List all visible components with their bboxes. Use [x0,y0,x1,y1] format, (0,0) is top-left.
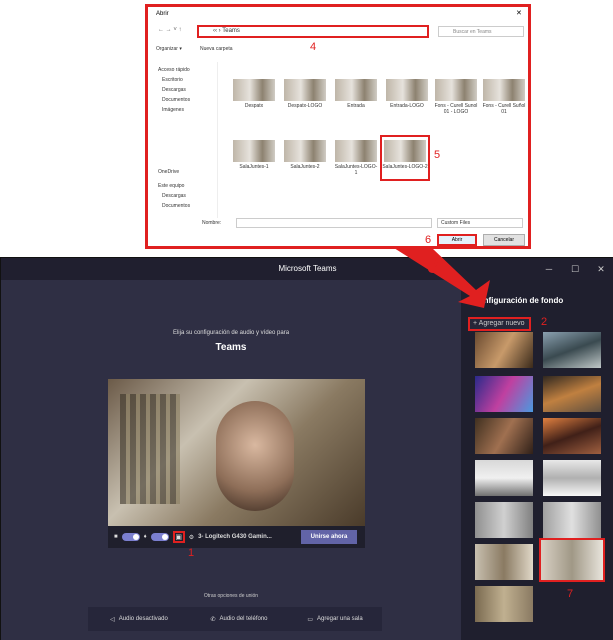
file-item[interactable]: Entrada [334,79,378,109]
join-button[interactable]: Unirse ahora [301,530,357,544]
video-preview [108,379,365,526]
maximize-button[interactable]: ☐ [563,258,587,280]
speaker-off-icon: ◁ [110,616,115,623]
phone-icon: ✆ [210,616,216,623]
filename-input[interactable] [236,218,432,228]
screenshot: Microsoft Teams ─ ☐ ✕ Elija su configura… [0,0,613,640]
arrow-shape [394,248,490,308]
new-folder-button[interactable]: Nueva carpeta [200,46,233,52]
bg-thumb[interactable] [543,460,601,496]
file-item[interactable]: Fons - Curell Sunol 01 - LOGO [434,79,478,115]
filename-label: Nombre: [202,220,222,226]
bg-thumb[interactable] [475,544,533,580]
bg-thumb[interactable] [475,586,533,622]
file-thumb [335,79,377,101]
selected-file-item[interactable]: SalaJuntes-LOGO-2 [380,135,430,181]
bg-thumb[interactable] [543,376,601,412]
filetype-select[interactable]: Custom Files [437,218,523,228]
file-thumb [386,79,428,101]
other-options-label: Otras opciones de unión [203,593,259,599]
callout-1: 1 [188,547,195,559]
callout-6: 6 [425,234,432,246]
bg-thumb[interactable] [475,332,533,368]
audio-off-button[interactable]: ◁ Audio desactivado [88,607,190,631]
nav-item[interactable]: Acceso rápido [158,66,190,74]
file-item[interactable]: Despatx [232,79,276,109]
prejoin-area: Elija su configuración de audio y vídeo … [1,280,461,640]
mic-toggle[interactable] [150,533,169,541]
open-file-dialog: Abrir ✕ ← → ˅ ↑ ‹‹ › Teams 4 Buscar en T… [145,4,531,249]
nav-item[interactable]: Documentos [162,202,190,210]
nav-item[interactable]: OneDrive [158,168,179,176]
bg-thumb[interactable] [543,502,601,538]
phone-audio-button[interactable]: ✆ Audio del teléfono [190,607,288,631]
nav-item[interactable]: Imágenes [162,106,184,114]
mic-icon: ♦ [143,534,147,540]
file-item[interactable]: Fons - Curell Suñol 01 [482,79,526,115]
search-input[interactable]: Buscar en Teams [438,26,524,37]
bg-thumb[interactable] [475,418,533,454]
nav-item[interactable]: Escritorio [162,76,183,84]
callout-2: 2 [541,316,548,328]
nav-back-icon[interactable]: ← → ˅ ↑ [158,27,182,33]
file-item[interactable]: Despatx-LOGO [283,79,327,109]
nav-item[interactable]: Documentos [162,96,190,104]
dialog-title: Abrir [156,11,169,17]
dialog-close-icon[interactable]: ✕ [516,9,522,17]
prompt-text: Elija su configuración de audio y vídeo … [172,330,290,336]
bg-thumb[interactable] [543,332,601,368]
background-settings-panel: Configuración de fondo + Agregar nuevo 2… [461,280,613,640]
team-name: Teams [215,342,247,353]
window-title: Microsoft Teams [1,258,613,280]
file-item[interactable]: SalaJuntes-LOGO-1 [334,140,378,176]
device-name[interactable]: 3- Logitech G430 Gamin... [198,534,272,540]
add-new-button[interactable]: + Agregar nuevo [468,317,531,331]
room-icon: ▭ [307,616,313,623]
nav-item[interactable]: Este equipo [158,182,184,190]
bg-thumb[interactable] [475,502,533,538]
minimize-button[interactable]: ─ [537,258,561,280]
callout-5: 5 [434,149,441,161]
file-item[interactable]: SalaJuntes-1 [232,140,276,170]
address-bar[interactable]: ‹‹ › Teams [197,25,429,38]
file-thumb [435,79,477,101]
selected-bg-thumb[interactable] [539,538,605,582]
file-thumb [284,79,326,101]
bg-thumb[interactable] [475,460,533,496]
file-item[interactable]: Entrada-LOGO [385,79,429,109]
device-bar: ■ ♦ ▣ ⚙ 3- Logitech G430 Gamin... Unirse… [108,526,365,548]
file-thumb [284,140,326,162]
organize-button[interactable]: Organizar ▾ [156,46,182,52]
file-item[interactable]: SalaJuntes-2 [283,140,327,170]
bookshelf-blur [120,394,180,504]
callout-7: 7 [567,588,574,600]
file-thumb [483,79,525,101]
bg-thumb[interactable] [475,376,533,412]
file-thumb [233,140,275,162]
background-effects-button[interactable]: ▣ [172,531,185,543]
add-room-button[interactable]: ▭ Agregar una sala [288,607,382,631]
nav-item[interactable]: Descargas [162,192,186,200]
file-thumb [233,79,275,101]
file-thumb [384,140,426,162]
file-thumb [335,140,377,162]
callout-3: 3 [427,253,440,278]
open-button[interactable]: Abrir [437,234,477,246]
teams-window: Microsoft Teams ─ ☐ ✕ Elija su configura… [0,257,613,640]
camera-icon: ■ [114,534,118,540]
cancel-button[interactable]: Cancelar [483,234,525,246]
bg-thumb[interactable] [543,418,601,454]
navigation-pane: Acceso rápido Escritorio Descargas Docum… [148,62,218,218]
nav-item[interactable]: Descargas [162,86,186,94]
settings-icon[interactable]: ⚙ [189,534,194,541]
dialog-toolbar: Organizar ▾ Nueva carpeta [148,42,528,56]
camera-toggle[interactable] [121,533,140,541]
person-blur [216,401,294,511]
close-button[interactable]: ✕ [589,258,613,280]
